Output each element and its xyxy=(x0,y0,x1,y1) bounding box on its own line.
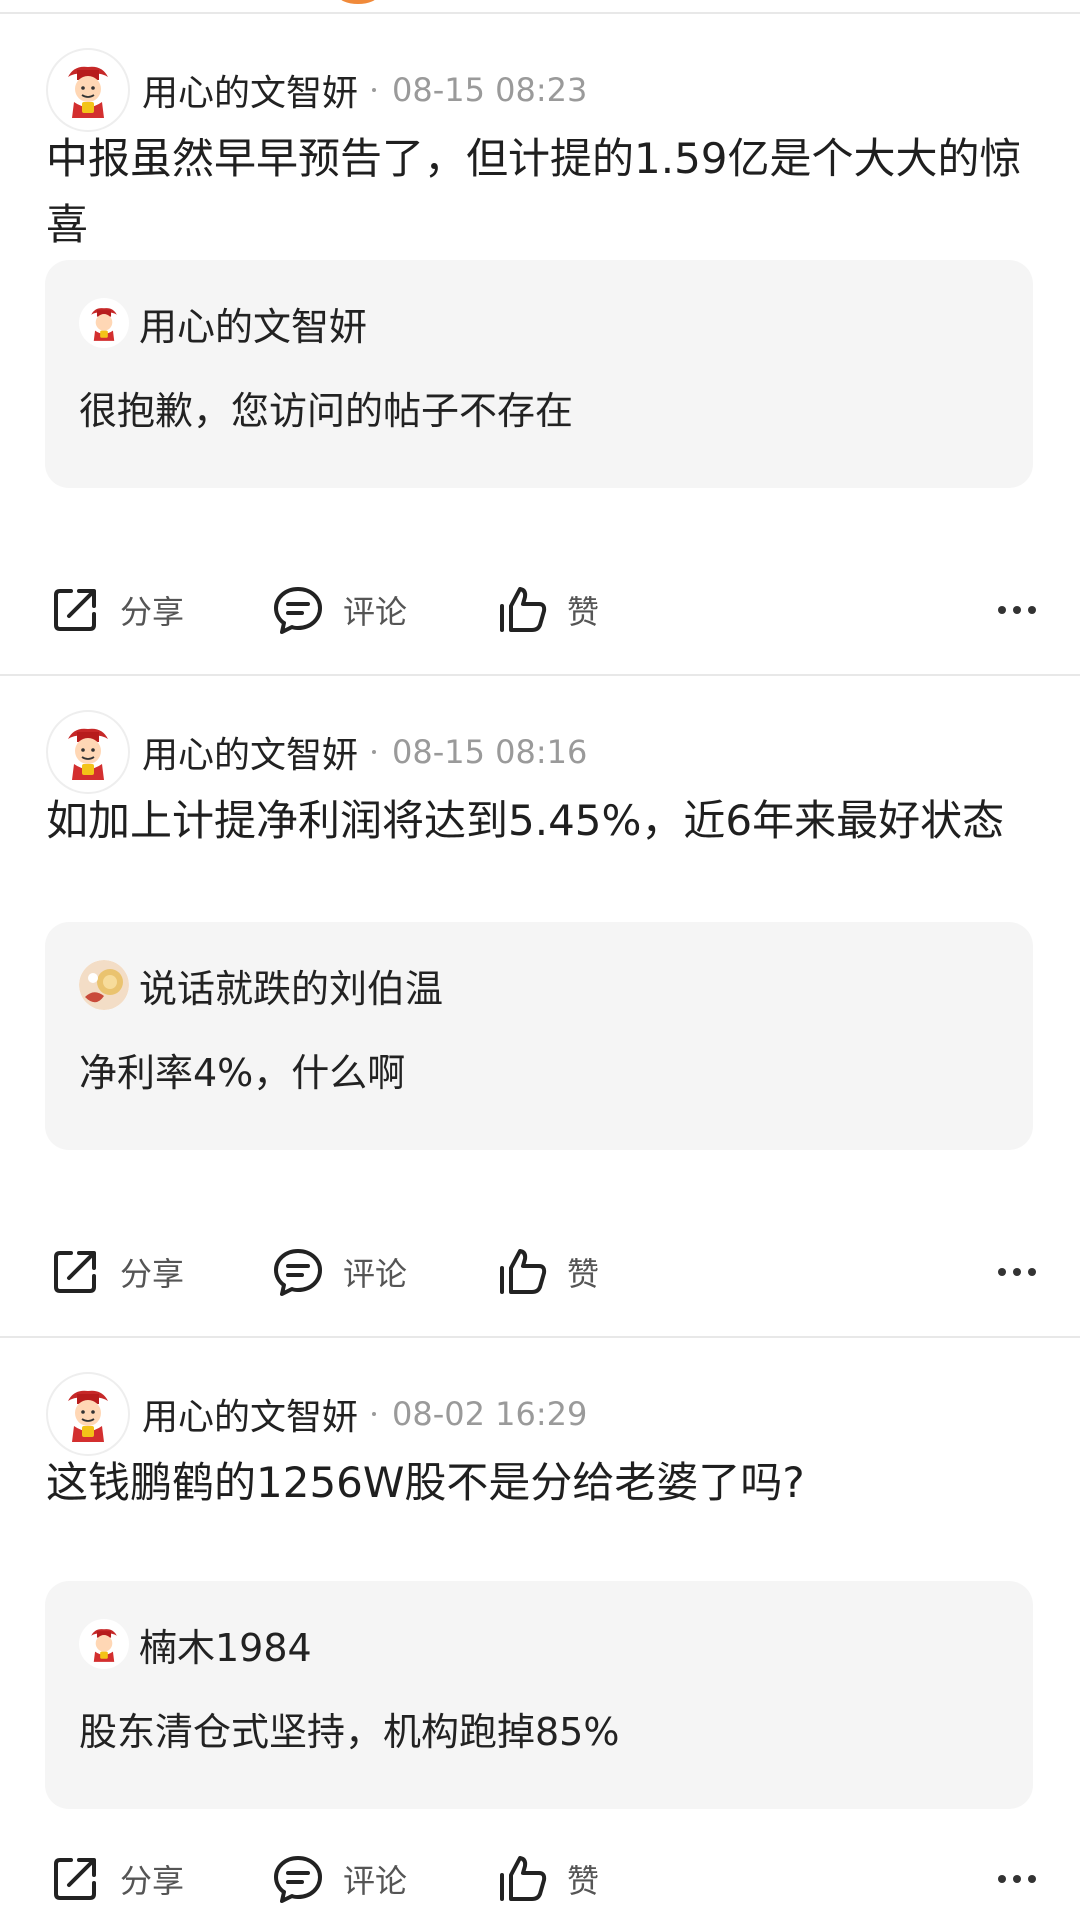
share-button[interactable]: 分享 xyxy=(48,1849,184,1909)
quoted-author-row: 用心的文智妍 xyxy=(79,298,368,349)
quoted-author-name: 用心的文智妍 xyxy=(139,304,368,349)
author-avatar[interactable] xyxy=(46,1372,130,1456)
post-card: 用心的文智妍 08-02 16:29 这钱鹏鹤的1256W股不是分给老婆了吗? xyxy=(0,1338,1080,1928)
avatar-icon xyxy=(54,56,122,124)
like-label: 赞 xyxy=(567,1862,600,1900)
share-label: 分享 xyxy=(120,1862,185,1900)
quoted-author-name: 说话就跌的刘伯温 xyxy=(139,966,444,1011)
post-author-row[interactable]: 用心的文智妍 08-15 08:16 xyxy=(46,710,587,794)
avatar-icon xyxy=(54,1380,122,1448)
avatar-icon xyxy=(82,301,126,345)
share-label: 分享 xyxy=(120,1255,185,1293)
quoted-author-name: 楠木1984 xyxy=(139,1625,312,1670)
share-icon xyxy=(54,1251,96,1293)
quoted-author-row: 楠木1984 xyxy=(79,1619,312,1670)
share-label: 分享 xyxy=(120,593,185,631)
post-content[interactable]: 这钱鹏鹤的1256W股不是分给老婆了吗? xyxy=(46,1450,1036,1516)
comment-label: 评论 xyxy=(343,593,408,631)
more-dots-icon xyxy=(1028,606,1036,614)
share-icon xyxy=(54,1858,96,1900)
more-dots-icon xyxy=(1028,1268,1036,1276)
avatar-icon xyxy=(79,960,129,1010)
share-button[interactable]: 分享 xyxy=(48,1242,184,1302)
quoted-author-avatar xyxy=(79,960,129,1010)
post-author-row[interactable]: 用心的文智妍 08-02 16:29 xyxy=(46,1372,587,1456)
author-name[interactable]: 用心的文智妍 xyxy=(142,1388,358,1440)
comment-label: 评论 xyxy=(343,1862,408,1900)
more-dots-icon xyxy=(1013,1875,1021,1883)
more-dots-icon xyxy=(1013,1268,1021,1276)
post-time: 08-15 08:23 xyxy=(392,71,588,109)
like-button[interactable]: 赞 xyxy=(495,1849,599,1909)
share-icon xyxy=(54,589,96,631)
comment-label: 评论 xyxy=(343,1255,408,1293)
thumbs-up-icon xyxy=(500,1856,547,1901)
post-content[interactable]: 中报虽然早早预告了，但计提的1.59亿是个大大的惊喜 xyxy=(46,126,1036,258)
more-dots-icon xyxy=(998,1268,1006,1276)
post-card: 用心的文智妍 08-15 08:16 如加上计提净利润将达到5.45%，近6年来… xyxy=(0,676,1080,1338)
meta-dot xyxy=(372,88,377,92)
comment-icon xyxy=(274,1249,322,1296)
quoted-post[interactable]: 楠木1984 股东清仓式坚持，机构跑掉85% xyxy=(45,1581,1033,1809)
quoted-author-avatar xyxy=(79,298,129,348)
quoted-text: 很抱歉，您访问的帖子不存在 xyxy=(79,389,574,433)
like-label: 赞 xyxy=(567,593,600,631)
quoted-post[interactable]: 说话就跌的刘伯温 净利率4%，什么啊 xyxy=(45,922,1033,1150)
more-button[interactable] xyxy=(991,580,1036,640)
post-actions: 分享 评论 赞 xyxy=(0,580,1080,640)
post-time: 08-15 08:16 xyxy=(392,733,588,771)
top-edge-fragment xyxy=(338,0,378,4)
more-dots-icon xyxy=(998,606,1006,614)
avatar-icon xyxy=(54,718,122,786)
meta-dot xyxy=(372,750,377,754)
thumbs-up-icon xyxy=(500,1249,547,1294)
share-button[interactable]: 分享 xyxy=(48,580,184,640)
quoted-text: 股东清仓式坚持，机构跑掉85% xyxy=(79,1710,620,1754)
more-button[interactable] xyxy=(991,1242,1036,1302)
like-button[interactable]: 赞 xyxy=(495,580,599,640)
post-actions: 分享 评论 赞 xyxy=(0,1849,1080,1909)
post-time: 08-02 16:29 xyxy=(392,1395,588,1433)
more-dots-icon xyxy=(998,1875,1006,1883)
more-button[interactable] xyxy=(991,1849,1036,1909)
post-content[interactable]: 如加上计提净利润将达到5.45%，近6年来最好状态 xyxy=(46,788,1036,854)
post-author-row[interactable]: 用心的文智妍 08-15 08:23 xyxy=(46,48,587,132)
avatar-icon xyxy=(82,1622,126,1666)
quoted-author-row: 说话就跌的刘伯温 xyxy=(79,960,444,1011)
comment-button[interactable]: 评论 xyxy=(271,1849,407,1909)
comment-icon xyxy=(274,587,322,634)
comment-icon xyxy=(274,1856,322,1903)
quoted-text: 净利率4%，什么啊 xyxy=(79,1051,406,1095)
author-avatar[interactable] xyxy=(46,710,130,794)
post-feed: 用心的文智妍 08-15 08:23 中报虽然早早预告了，但计提的1.59亿是个… xyxy=(0,0,1080,1928)
like-label: 赞 xyxy=(567,1255,600,1293)
author-name[interactable]: 用心的文智妍 xyxy=(142,64,358,116)
author-avatar[interactable] xyxy=(46,48,130,132)
like-button[interactable]: 赞 xyxy=(495,1242,599,1302)
post-actions: 分享 评论 赞 xyxy=(0,1242,1080,1302)
thumbs-up-icon xyxy=(500,587,547,632)
comment-button[interactable]: 评论 xyxy=(271,1242,407,1302)
author-name[interactable]: 用心的文智妍 xyxy=(142,726,358,778)
more-dots-icon xyxy=(1013,606,1021,614)
more-dots-icon xyxy=(1028,1875,1036,1883)
quoted-author-avatar xyxy=(79,1619,129,1669)
comment-button[interactable]: 评论 xyxy=(271,580,407,640)
meta-dot xyxy=(372,1412,377,1416)
quoted-post[interactable]: 用心的文智妍 很抱歉，您访问的帖子不存在 xyxy=(45,260,1033,488)
post-card: 用心的文智妍 08-15 08:23 中报虽然早早预告了，但计提的1.59亿是个… xyxy=(0,14,1080,676)
